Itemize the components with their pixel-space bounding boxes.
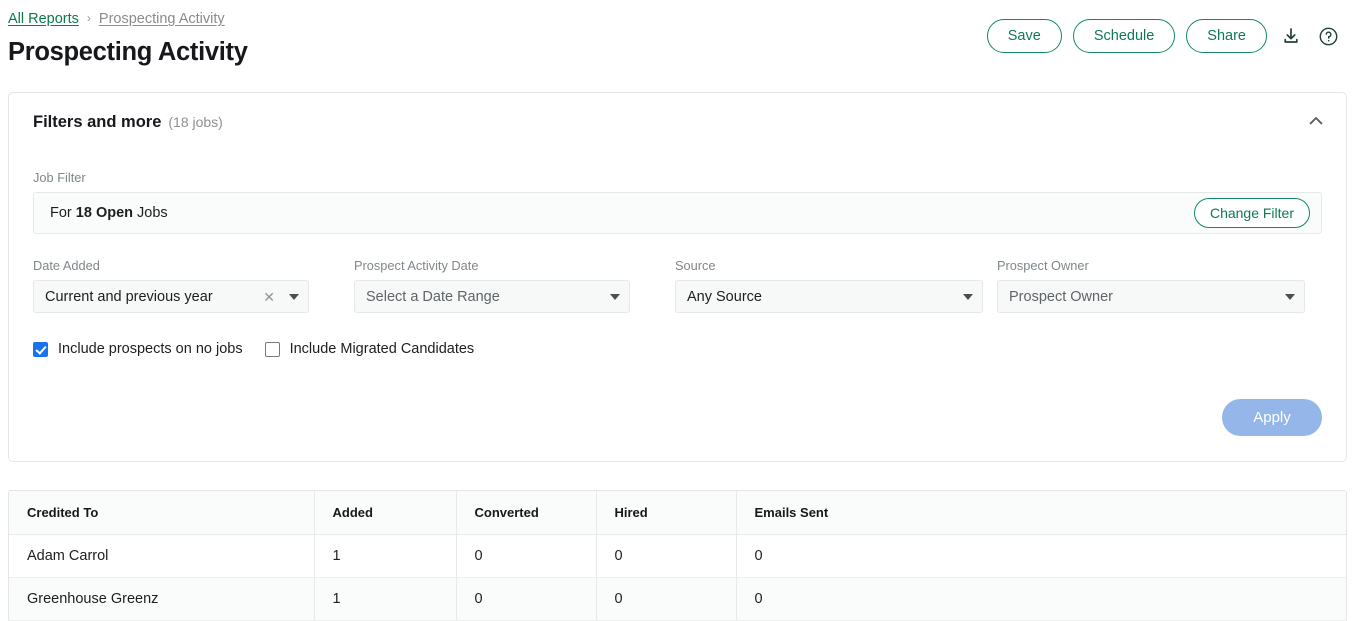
prospect-activity-date-label: Prospect Activity Date (354, 258, 479, 273)
chevron-down-icon (289, 293, 299, 300)
chevron-down-icon (610, 293, 620, 300)
column-header-added[interactable]: Added (314, 491, 457, 535)
checkbox-unchecked-icon[interactable] (264, 341, 280, 357)
header-actions: Save Schedule Share (986, 19, 1341, 53)
breadcrumb-current: Prospecting Activity (98, 11, 225, 27)
cell-added: 1 (314, 534, 457, 578)
cell-emails-sent: 0 (736, 534, 1346, 578)
close-icon[interactable]: ✕ (263, 290, 275, 304)
prospect-owner-value: Prospect Owner (1009, 288, 1113, 305)
breadcrumb-separator-icon: › (86, 11, 91, 25)
cell-converted: 0 (456, 577, 597, 621)
job-filter-text: For 18 Open Jobs (50, 205, 168, 221)
chevron-down-icon (1285, 293, 1295, 300)
date-added-select[interactable]: Current and previous year ✕ (33, 280, 309, 313)
filters-card-header: Filters and more (18 jobs) (9, 93, 1346, 132)
date-added-label: Date Added (33, 258, 100, 273)
column-header-hired[interactable]: Hired (596, 491, 737, 535)
source-select[interactable]: Any Source (675, 280, 983, 313)
checkbox-include-migrated-candidates[interactable]: Include Migrated Candidates (264, 341, 475, 357)
download-icon[interactable] (1278, 23, 1304, 49)
job-filter-prefix: For (50, 205, 76, 221)
prospect-owner-select[interactable]: Prospect Owner (997, 280, 1305, 313)
table-header-row: Credited To Added Converted Hired Emails… (9, 491, 1346, 535)
table-row: Adam Carrol 1 0 0 0 (9, 534, 1346, 578)
apply-button[interactable]: Apply (1222, 399, 1322, 436)
job-filter-box: For 18 Open Jobs Change Filter (33, 192, 1322, 234)
cell-credited-to: Greenhouse Greenz (9, 577, 315, 621)
schedule-button[interactable]: Schedule (1072, 19, 1176, 53)
cell-hired: 0 (596, 577, 737, 621)
filter-field-prospect-owner: Prospect Owner Prospect Owner (997, 258, 1305, 313)
cell-converted: 0 (456, 534, 597, 578)
checkbox-include-prospects-no-jobs[interactable]: Include prospects on no jobs (33, 341, 243, 357)
filter-fields-row: Date Added Current and previous year ✕ P… (9, 234, 1346, 313)
job-filter-label: Job Filter (33, 170, 86, 185)
source-label: Source (675, 258, 716, 273)
filter-checkboxes-row: Include prospects on no jobs Include Mig… (9, 313, 1346, 357)
cell-emails-sent: 0 (736, 577, 1346, 621)
help-circle-icon[interactable] (1315, 23, 1341, 49)
prospect-owner-label: Prospect Owner (997, 258, 1089, 273)
job-filter-section: Job Filter For 18 Open Jobs Change Filte… (9, 132, 1346, 234)
filters-card-subtitle: (18 jobs) (168, 114, 223, 130)
column-header-emails-sent[interactable]: Emails Sent (736, 491, 1346, 535)
page-header: All Reports › Prospecting Activity Prosp… (0, 0, 1355, 68)
column-header-converted[interactable]: Converted (456, 491, 597, 535)
breadcrumb-all-reports-link[interactable]: All Reports (8, 9, 79, 29)
filters-card-title: Filters and more (33, 113, 162, 131)
cell-added: 1 (314, 577, 457, 621)
filter-field-date-added: Date Added Current and previous year ✕ (33, 258, 309, 313)
source-value: Any Source (687, 288, 762, 305)
filter-field-source: Source Any Source (675, 258, 983, 313)
filter-field-prospect-activity-date: Prospect Activity Date Select a Date Ran… (354, 258, 630, 313)
cell-hired: 0 (596, 534, 737, 578)
table-row: Greenhouse Greenz 1 0 0 0 (9, 577, 1346, 621)
report-table: Credited To Added Converted Hired Emails… (8, 490, 1347, 621)
change-filter-button[interactable]: Change Filter (1193, 198, 1310, 228)
checkbox-include-prospects-no-jobs-label: Include prospects on no jobs (58, 341, 243, 357)
filters-card: Filters and more (18 jobs) Job Filter Fo… (8, 92, 1347, 462)
chevron-down-icon (963, 293, 973, 300)
prospect-activity-date-select[interactable]: Select a Date Range (354, 280, 630, 313)
apply-row: Apply (1222, 399, 1322, 436)
checkbox-checked-icon[interactable] (33, 341, 48, 357)
prospect-activity-date-value: Select a Date Range (366, 288, 500, 305)
save-button[interactable]: Save (986, 19, 1062, 53)
job-filter-strong: 18 Open (75, 205, 133, 221)
chevron-up-icon[interactable] (1302, 107, 1330, 135)
job-filter-suffix: Jobs (133, 205, 168, 221)
cell-credited-to: Adam Carrol (9, 534, 315, 578)
column-header-credited-to[interactable]: Credited To (9, 491, 315, 535)
checkbox-include-migrated-candidates-label: Include Migrated Candidates (289, 341, 475, 357)
date-added-value: Current and previous year (45, 288, 213, 305)
share-button[interactable]: Share (1186, 19, 1267, 53)
